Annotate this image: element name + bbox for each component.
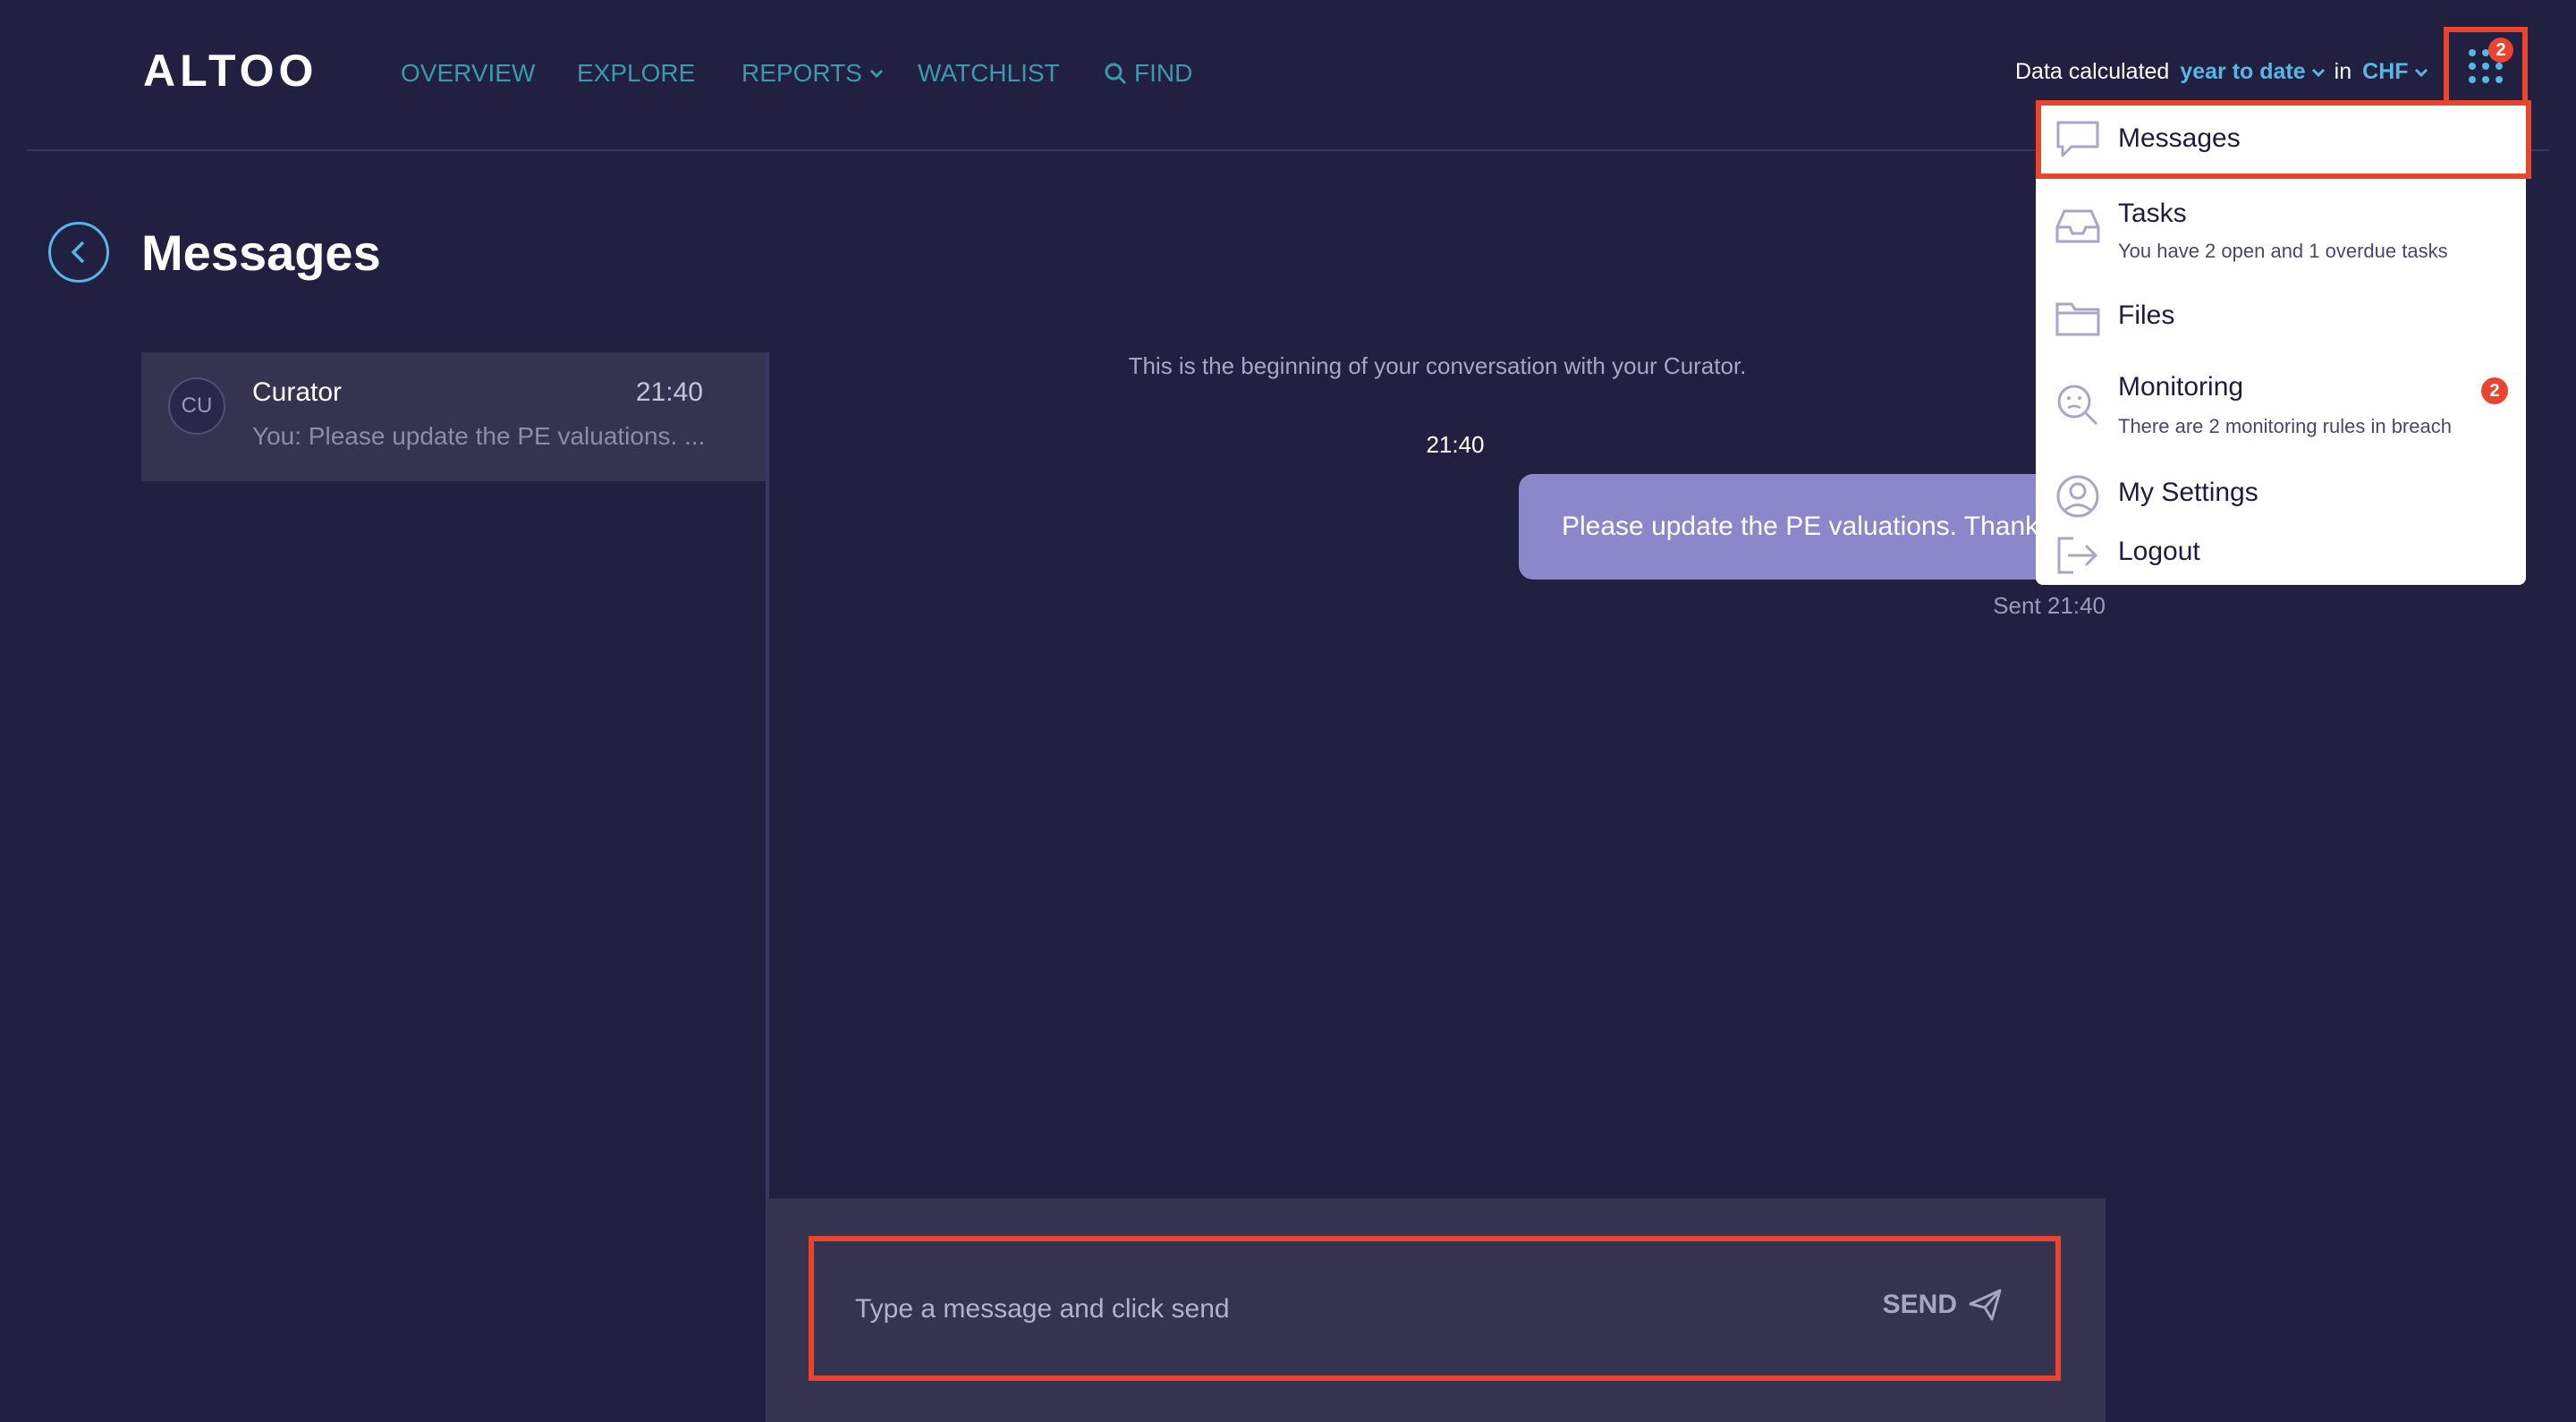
nav-overview[interactable]: OVERVIEW [401, 59, 535, 88]
composer-highlight-box: SEND [809, 1236, 2061, 1381]
nav-find-label: FIND [1134, 59, 1193, 87]
period-dropdown[interactable]: year to date [2180, 59, 2325, 85]
nav-watchlist-label: WATCHLIST [918, 59, 1060, 87]
paper-plane-icon [1969, 1289, 2002, 1321]
menu-logout-label: Logout [2118, 537, 2200, 566]
nav-overview-label: OVERVIEW [401, 59, 536, 87]
menu-monitoring-label: Monitoring [2118, 372, 2244, 402]
chevron-down-icon [2414, 68, 2428, 77]
apps-menu-button[interactable]: 2 [2444, 27, 2528, 106]
menu-messages-label: Messages [2118, 123, 2241, 153]
avatar: CU [168, 377, 225, 435]
nav-find[interactable]: FIND [1104, 59, 1192, 88]
conversation-item-curator[interactable]: CU Curator 21:40 You: Please update the … [141, 352, 766, 481]
menu-item-files[interactable]: Files [2036, 279, 2526, 358]
chevron-down-icon [869, 69, 883, 79]
nav-reports[interactable]: REPORTS [741, 59, 884, 88]
page-title: Messages [141, 224, 381, 281]
menu-files-label: Files [2118, 300, 2175, 330]
data-calc-in: in [2334, 59, 2352, 84]
currency-dropdown[interactable]: CHF [2362, 59, 2428, 85]
conversation-start-note: This is the beginning of your conversati… [1128, 352, 1747, 379]
send-label: SEND [1882, 1290, 1957, 1319]
message-composer: SEND [767, 1198, 2106, 1422]
monitoring-badge: 2 [2481, 377, 2508, 404]
nav-watchlist[interactable]: WATCHLIST [918, 59, 1060, 88]
nav-reports-label: REPORTS [741, 59, 862, 87]
conversation-list: CU Curator 21:40 You: Please update the … [141, 352, 767, 1422]
menu-tasks-label: Tasks [2118, 199, 2187, 228]
currency-value: CHF [2362, 59, 2409, 84]
user-circle-icon [2055, 474, 2100, 519]
logout-icon [2055, 533, 2100, 578]
menu-monitoring-subtitle: There are 2 monitoring rules in breach [2118, 415, 2452, 437]
speech-bubble-icon [2055, 120, 2100, 164]
chevron-left-icon [71, 241, 85, 264]
message-timestamp: 21:40 [1426, 431, 1485, 458]
menu-messages-highlight[interactable]: Messages [2036, 100, 2531, 179]
sent-status: Sent 21:40 [1993, 592, 2106, 619]
menu-item-logout[interactable]: Logout [2036, 521, 2526, 585]
altoo-logo[interactable]: ALTOO [143, 45, 318, 97]
message-bubble-container: Please update the PE valuations. Thank y… [1519, 474, 2036, 580]
menu-item-tasks[interactable]: Tasks You have 2 open and 1 overdue task… [2036, 181, 2526, 279]
message-input[interactable] [853, 1241, 1841, 1377]
search-icon [1105, 63, 1127, 85]
nav-explore[interactable]: EXPLORE [577, 59, 695, 88]
notification-badge: 2 [2488, 38, 2513, 63]
conversation-preview: You: Please update the PE valuations. ..… [252, 422, 706, 450]
folder-icon [2055, 297, 2100, 342]
back-button[interactable] [48, 222, 109, 283]
data-calc-prefix: Data calculated [2015, 59, 2170, 84]
nav-explore-label: EXPLORE [577, 59, 696, 87]
chevron-down-icon [2311, 68, 2325, 77]
conversation-time: 21:40 [635, 377, 703, 407]
message-bubble: Please update the PE valuations. Thank y… [1519, 474, 2036, 580]
monitoring-magnifier-icon [2055, 383, 2100, 427]
conversation-name: Curator [252, 377, 343, 407]
period-value: year to date [2180, 59, 2306, 84]
menu-item-my-settings[interactable]: My Settings [2036, 456, 2526, 521]
menu-settings-label: My Settings [2118, 478, 2258, 507]
menu-item-monitoring[interactable]: Monitoring There are 2 monitoring rules … [2036, 358, 2526, 456]
inbox-tray-icon [2055, 204, 2100, 249]
data-calculation-selector: Data calculated year to date in CHF [2015, 59, 2428, 85]
send-button[interactable]: SEND [1883, 1288, 2004, 1322]
menu-tasks-subtitle: You have 2 open and 1 overdue tasks [2118, 240, 2448, 262]
